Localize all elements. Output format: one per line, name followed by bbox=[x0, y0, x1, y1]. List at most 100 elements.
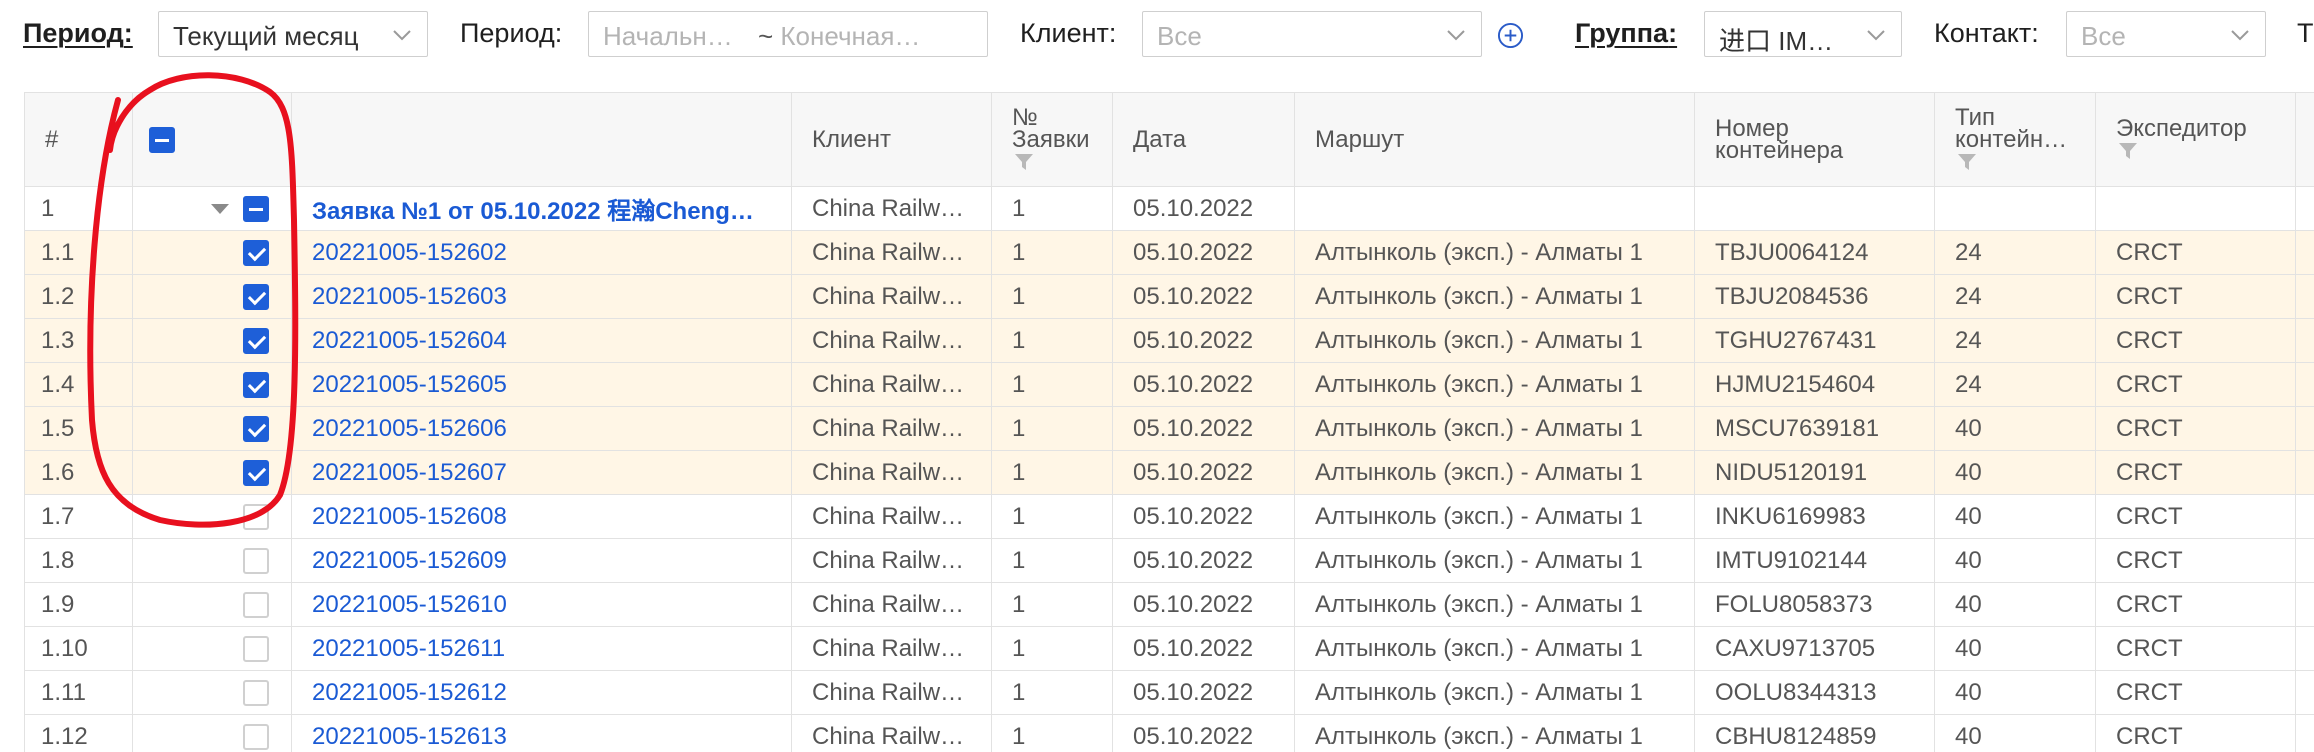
row-container-no: CBHU8124859 bbox=[1694, 714, 1935, 752]
end-date-input[interactable]: Конечная… bbox=[780, 21, 920, 51]
group-row-title-cell: Заявка №1 от 05.10.2022 程瀚Cheng… bbox=[291, 186, 792, 231]
row-next bbox=[2295, 362, 2314, 407]
group-row[interactable]: 1 Заявка №1 от 05.10.2022 程瀚Cheng… China… bbox=[24, 186, 2314, 231]
row-id-link[interactable]: 20221005-152604 bbox=[312, 327, 507, 354]
row-date: 05.10.2022 bbox=[1112, 450, 1295, 495]
start-date-input[interactable]: Начальн… bbox=[603, 21, 733, 51]
row-select-cell bbox=[132, 274, 292, 319]
table-row[interactable]: 1.1 20221005-152602 China Railw… 1 05.10.202… bbox=[24, 230, 2314, 275]
row-id-link[interactable]: 20221005-152609 bbox=[312, 547, 507, 574]
row-id-link[interactable]: 20221005-152607 bbox=[312, 459, 507, 486]
row-checkbox[interactable] bbox=[243, 592, 269, 619]
client-select-placeholder: Все bbox=[1157, 21, 1202, 51]
row-order-no: 1 bbox=[991, 670, 1113, 715]
row-date: 05.10.2022 bbox=[1112, 274, 1295, 319]
row-id-link[interactable]: 20221005-152610 bbox=[312, 591, 507, 618]
row-id-link[interactable]: 20221005-152612 bbox=[312, 679, 507, 706]
row-route: Алтынколь (эксп.) - Алматы 1 bbox=[1294, 274, 1695, 319]
column-header-container-no[interactable]: Номер контейнера bbox=[1694, 92, 1935, 187]
row-id-link[interactable]: 20221005-152608 bbox=[312, 503, 507, 530]
row-client: China Railw… bbox=[791, 230, 992, 275]
row-checkbox[interactable] bbox=[243, 284, 269, 311]
row-num: 1.8 bbox=[24, 538, 133, 583]
row-container-no: INKU6169983 bbox=[1694, 494, 1935, 539]
funnel-icon[interactable] bbox=[1014, 153, 1034, 171]
column-header-route[interactable]: Маршут bbox=[1294, 92, 1695, 187]
row-id-link[interactable]: 20221005-152602 bbox=[312, 239, 507, 266]
plus-circle-icon[interactable] bbox=[1497, 22, 1524, 49]
row-checkbox[interactable] bbox=[243, 680, 269, 707]
expand-triangle-icon[interactable] bbox=[211, 204, 229, 215]
row-checkbox[interactable] bbox=[243, 636, 269, 663]
column-header-date[interactable]: Дата bbox=[1112, 92, 1295, 187]
row-num: 1.12 bbox=[24, 714, 133, 752]
table-row[interactable]: 1.12 20221005-152613 China Railw… 1 05.10.20… bbox=[24, 714, 2314, 752]
row-route: Алтынколь (эксп.) - Алматы 1 bbox=[1294, 318, 1695, 363]
row-checkbox[interactable] bbox=[243, 548, 269, 575]
row-checkbox[interactable] bbox=[243, 460, 269, 487]
client-select[interactable]: Все bbox=[1142, 11, 1482, 57]
table-header-row: # Клиент № Заявки Дата Маршут Номер конт… bbox=[24, 92, 2314, 187]
funnel-icon[interactable] bbox=[1957, 153, 1977, 171]
table-row[interactable]: 1.10 20221005-152611 China Railw… 1 05.10.20… bbox=[24, 626, 2314, 671]
column-header-num[interactable]: # bbox=[24, 92, 133, 187]
row-id-cell: 20221005-152605 bbox=[291, 362, 792, 407]
table-row[interactable]: 1.6 20221005-152607 China Railw… 1 05.10.202… bbox=[24, 450, 2314, 495]
column-header-name[interactable] bbox=[291, 92, 792, 187]
row-id-cell: 20221005-152612 bbox=[291, 670, 792, 715]
row-checkbox[interactable] bbox=[243, 328, 269, 355]
column-header-client[interactable]: Клиент bbox=[791, 92, 992, 187]
row-num: 1.7 bbox=[24, 494, 133, 539]
row-container-type: 40 bbox=[1934, 450, 2096, 495]
row-route: Алтынколь (эксп.) - Алматы 1 bbox=[1294, 582, 1695, 627]
date-range-input[interactable]: Начальн… ~ Конечная… bbox=[588, 11, 988, 57]
row-client: China Railw… bbox=[791, 450, 992, 495]
row-checkbox[interactable] bbox=[243, 372, 269, 399]
contact-filter-label: Контакт: bbox=[1934, 18, 2039, 48]
row-id-link[interactable]: 20221005-152613 bbox=[312, 723, 507, 750]
table-row[interactable]: 1.5 20221005-152606 China Railw… 1 05.10.202… bbox=[24, 406, 2314, 451]
row-forwarder: CRCT bbox=[2095, 406, 2296, 451]
column-header-select-all[interactable] bbox=[132, 92, 292, 187]
period-range-label: Период: bbox=[460, 18, 563, 48]
row-next bbox=[2295, 450, 2314, 495]
column-header-order-no[interactable]: № Заявки bbox=[991, 92, 1113, 187]
row-route: Алтынколь (эксп.) - Алматы 1 bbox=[1294, 714, 1695, 752]
table-row[interactable]: 1.11 20221005-152612 China Railw… 1 05.10.20… bbox=[24, 670, 2314, 715]
group-row-select-cell bbox=[132, 186, 292, 231]
column-header-forwarder[interactable]: Экспедитор bbox=[2095, 92, 2296, 187]
contact-select-placeholder: Все bbox=[2081, 21, 2126, 51]
group-select[interactable]: 进口 IM… bbox=[1704, 11, 1902, 57]
row-checkbox[interactable] bbox=[243, 416, 269, 443]
row-id-cell: 20221005-152602 bbox=[291, 230, 792, 275]
group-row-num: 1 bbox=[24, 186, 133, 231]
row-id-link[interactable]: 20221005-152603 bbox=[312, 283, 507, 310]
contact-select[interactable]: Все bbox=[2066, 11, 2266, 57]
table-row[interactable]: 1.8 20221005-152609 China Railw… 1 05.10.202… bbox=[24, 538, 2314, 583]
row-checkbox[interactable] bbox=[243, 240, 269, 267]
row-id-link[interactable]: 20221005-152606 bbox=[312, 415, 507, 442]
select-all-checkbox[interactable] bbox=[149, 126, 175, 153]
funnel-icon[interactable] bbox=[2118, 142, 2138, 160]
row-order-no: 1 bbox=[991, 494, 1113, 539]
row-checkbox[interactable] bbox=[243, 724, 269, 751]
row-forwarder: CRCT bbox=[2095, 626, 2296, 671]
row-id-link[interactable]: 20221005-152605 bbox=[312, 371, 507, 398]
row-num: 1.5 bbox=[24, 406, 133, 451]
row-container-no: OOLU8344313 bbox=[1694, 670, 1935, 715]
table-row[interactable]: 1.4 20221005-152605 China Railw… 1 05.10.202… bbox=[24, 362, 2314, 407]
group-checkbox[interactable] bbox=[243, 196, 269, 223]
row-container-no: TBJU2084536 bbox=[1694, 274, 1935, 319]
table-row[interactable]: 1.9 20221005-152610 China Railw… 1 05.10.202… bbox=[24, 582, 2314, 627]
row-container-type: 40 bbox=[1934, 582, 2096, 627]
table-row[interactable]: 1.7 20221005-152608 China Railw… 1 05.10.202… bbox=[24, 494, 2314, 539]
table-row[interactable]: 1.3 20221005-152604 China Railw… 1 05.10.202… bbox=[24, 318, 2314, 363]
order-group-link[interactable]: Заявка №1 от 05.10.2022 程瀚Cheng… bbox=[312, 198, 754, 225]
row-checkbox[interactable] bbox=[243, 504, 269, 531]
period-select[interactable]: Текущий месяц bbox=[158, 11, 428, 57]
row-select-cell bbox=[132, 318, 292, 363]
table-row[interactable]: 1.2 20221005-152603 China Railw… 1 05.10.202… bbox=[24, 274, 2314, 319]
row-id-link[interactable]: 20221005-152611 bbox=[312, 635, 505, 662]
row-container-type: 40 bbox=[1934, 626, 2096, 671]
column-header-container-type[interactable]: Тип контейнера bbox=[1934, 92, 2096, 187]
